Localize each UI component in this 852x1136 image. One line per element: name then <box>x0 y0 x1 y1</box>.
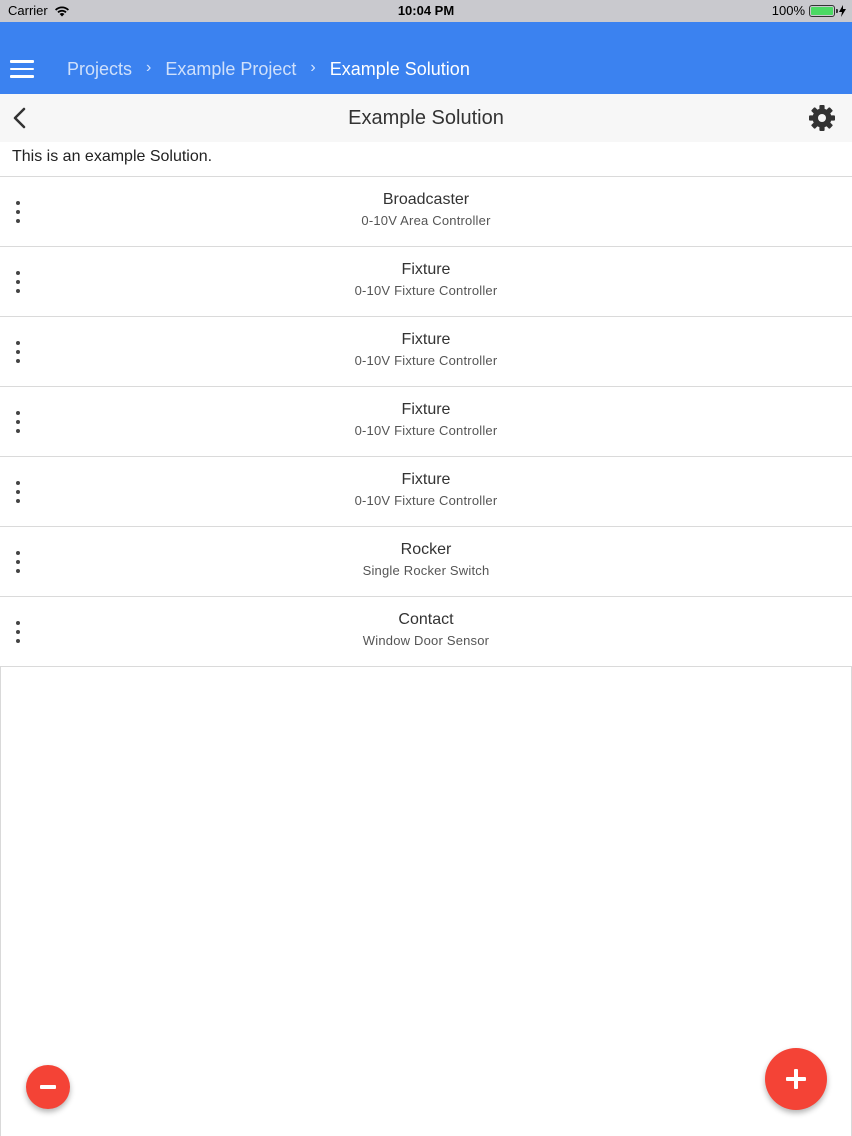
app-bar: Projects › Example Project › Example Sol… <box>0 22 852 94</box>
list-item[interactable]: Fixture 0-10V Fixture Controller <box>0 247 852 317</box>
hamburger-icon <box>10 60 34 63</box>
settings-button[interactable] <box>808 104 836 132</box>
more-vert-icon[interactable] <box>12 411 24 433</box>
device-type: 0-10V Area Controller <box>361 213 491 228</box>
more-vert-icon[interactable] <box>12 481 24 503</box>
device-type: Single Rocker Switch <box>362 563 490 578</box>
status-time: 10:04 PM <box>397 3 455 18</box>
battery-icon <box>809 4 838 17</box>
battery-fill <box>811 6 833 15</box>
solution-description: This is an example Solution. <box>12 148 213 165</box>
chevron-right-icon: › <box>146 58 152 76</box>
content-border <box>0 666 1 1136</box>
hamburger-line <box>10 67 34 70</box>
more-vert-icon[interactable] <box>12 271 24 293</box>
more-vert-icon[interactable] <box>12 551 24 573</box>
device-name: Broadcaster <box>382 191 470 208</box>
more-vert-icon[interactable] <box>12 621 24 643</box>
device-type: 0-10V Fixture Controller <box>354 423 498 438</box>
device-name: Fixture <box>401 261 451 278</box>
chevron-right-icon: › <box>310 58 316 76</box>
device-type: 0-10V Fixture Controller <box>354 353 498 368</box>
breadcrumb-example-project[interactable]: Example Project <box>165 59 296 80</box>
list-item[interactable]: Fixture 0-10V Fixture Controller <box>0 457 852 527</box>
sub-header: Example Solution <box>0 94 852 142</box>
gear-icon <box>809 105 835 131</box>
breadcrumb-example-solution[interactable]: Example Solution <box>330 59 470 80</box>
remove-device-button[interactable] <box>26 1065 70 1109</box>
device-list: Broadcaster 0-10V Area Controller Fixtur… <box>0 176 852 667</box>
minus-icon <box>40 1085 56 1089</box>
breadcrumb-projects[interactable]: Projects <box>67 59 132 80</box>
menu-button[interactable] <box>10 60 34 78</box>
more-vert-icon[interactable] <box>12 201 24 223</box>
device-name: Fixture <box>401 331 451 348</box>
list-item[interactable]: Contact Window Door Sensor <box>0 597 852 667</box>
device-type: 0-10V Fixture Controller <box>354 283 498 298</box>
list-item[interactable]: Rocker Single Rocker Switch <box>0 527 852 597</box>
list-item[interactable]: Broadcaster 0-10V Area Controller <box>0 177 852 247</box>
device-type: 0-10V Fixture Controller <box>354 493 498 508</box>
device-name: Contact <box>398 611 454 628</box>
status-right: 100% <box>772 3 846 18</box>
more-vert-icon[interactable] <box>12 341 24 363</box>
device-name: Fixture <box>401 471 451 488</box>
add-device-button[interactable] <box>765 1048 827 1110</box>
device-name: Rocker <box>400 541 452 558</box>
device-name: Fixture <box>401 401 451 418</box>
hamburger-line <box>10 75 34 78</box>
plus-icon <box>786 1069 806 1089</box>
battery-percent: 100% <box>771 3 805 18</box>
device-type: Window Door Sensor <box>362 633 490 648</box>
charging-icon <box>839 4 846 17</box>
breadcrumb: Projects › Example Project › Example Sol… <box>67 59 470 80</box>
list-item[interactable]: Fixture 0-10V Fixture Controller <box>0 317 852 387</box>
status-bar: Carrier 10:04 PM 100% <box>0 0 852 22</box>
list-item[interactable]: Fixture 0-10V Fixture Controller <box>0 387 852 457</box>
page-title: Example Solution <box>348 107 504 129</box>
